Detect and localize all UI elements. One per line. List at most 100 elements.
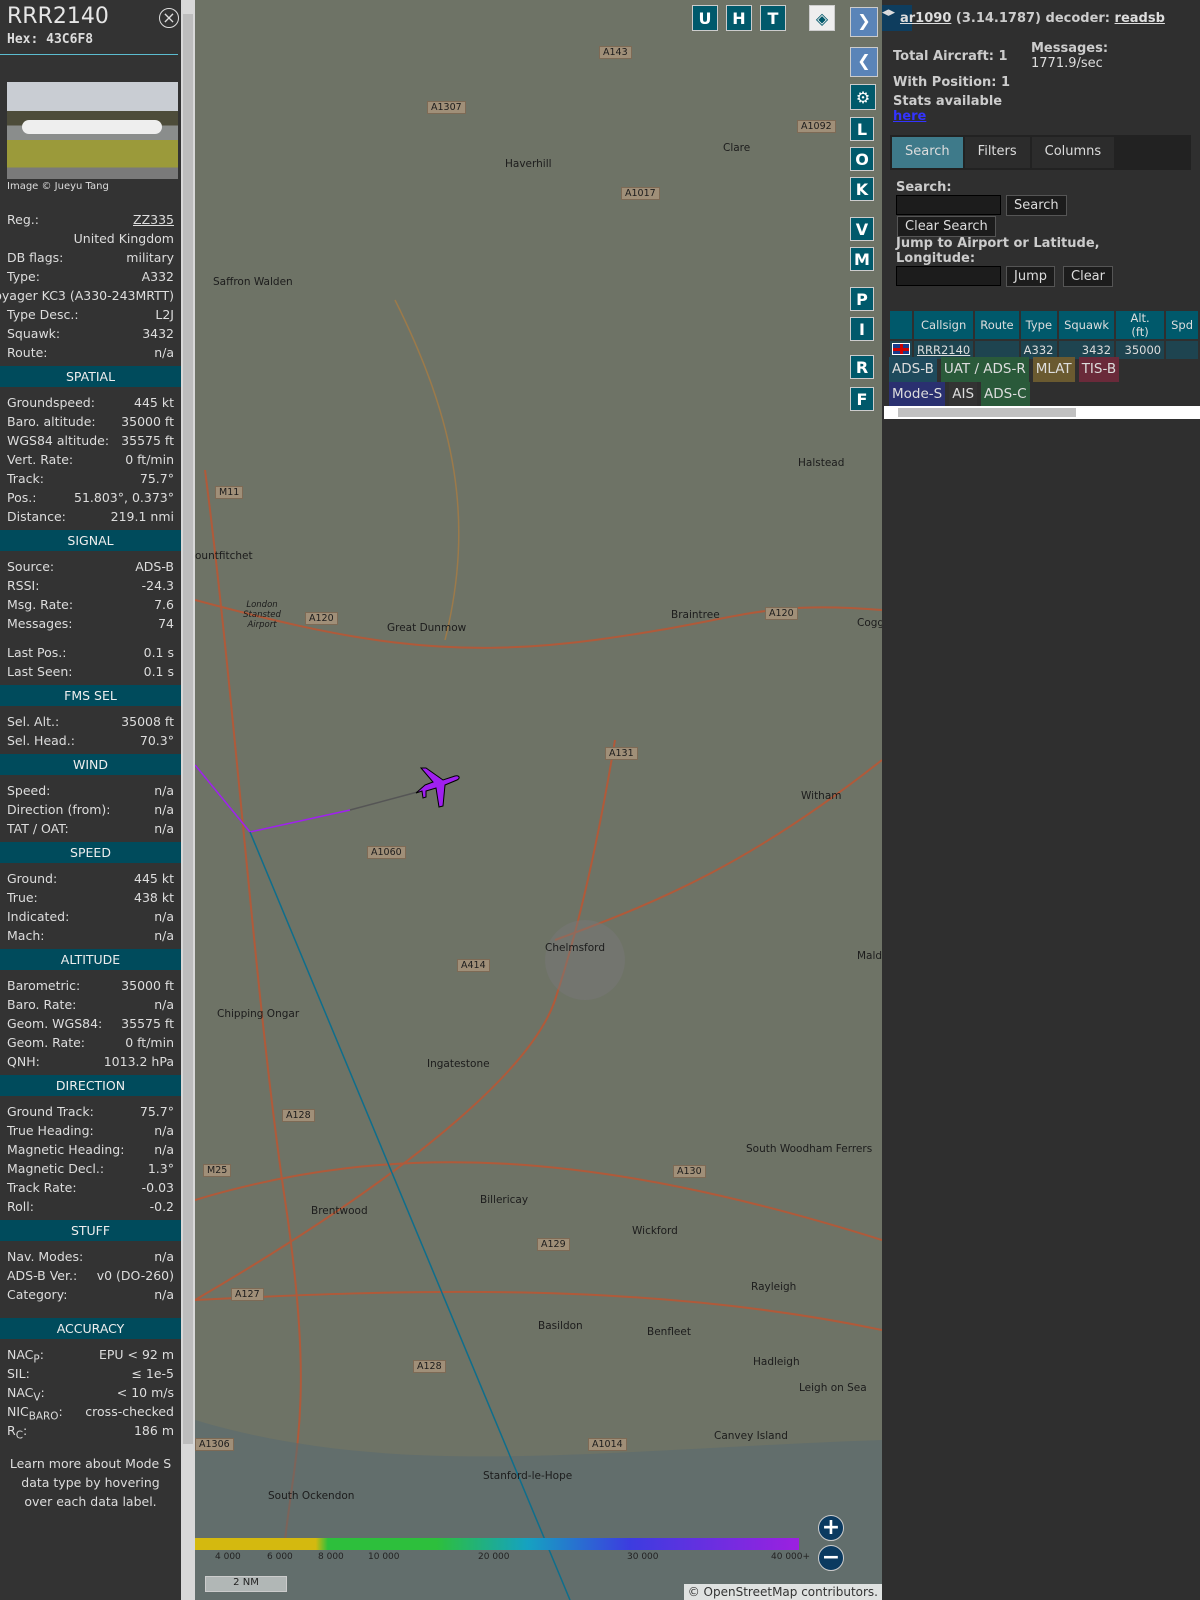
detail-label[interactable]: Messages: [7, 614, 73, 633]
detail-label[interactable]: Type: [7, 267, 40, 286]
collapse-left-icon[interactable]: ❮ [850, 47, 878, 77]
column-header[interactable]: Squawk [1059, 311, 1115, 339]
zoom-out-icon[interactable]: − [818, 1545, 844, 1571]
detail-label[interactable]: Ground: [7, 869, 57, 888]
section-header: SIGNAL [0, 530, 181, 551]
detail-row: True Heading: n/a [0, 1121, 181, 1140]
detail-label[interactable]: RSSI: [7, 576, 39, 595]
detail-label[interactable]: Msg. Rate: [7, 595, 73, 614]
detail-row: Speed: n/a [0, 781, 181, 800]
detail-label[interactable]: Barometric: [7, 976, 80, 995]
detail-label[interactable]: Pos.: [7, 488, 36, 507]
scale-tick: 40 000+ [771, 1552, 811, 1562]
detail-label[interactable]: Reg.: [7, 210, 39, 229]
settings-gear-icon[interactable]: ⚙ [850, 84, 876, 110]
aircraft-photo[interactable] [7, 82, 178, 179]
detail-label[interactable]: Speed: [7, 781, 50, 800]
map-button-f[interactable]: F [850, 387, 874, 411]
search-input[interactable] [896, 195, 1001, 215]
jump-button[interactable]: Jump [1006, 266, 1055, 287]
detail-label[interactable]: SIL: [7, 1364, 30, 1383]
map-button-l[interactable]: L [850, 117, 874, 141]
detail-label[interactable]: Mach: [7, 926, 44, 945]
column-header[interactable]: Type [1020, 311, 1058, 339]
left-scrollbar[interactable] [181, 0, 195, 1600]
detail-label[interactable]: NACV: [7, 1383, 45, 1404]
decoder-link[interactable]: readsb [1115, 11, 1165, 26]
detail-label[interactable]: Nav. Modes: [7, 1247, 83, 1266]
column-header[interactable] [890, 311, 912, 339]
detail-label[interactable]: Sel. Head.: [7, 731, 75, 750]
detail-label[interactable]: Track Rate: [7, 1178, 77, 1197]
map-button-v[interactable]: V [850, 217, 874, 241]
detail-label[interactable]: Last Pos.: [7, 643, 66, 662]
map-button-h[interactable]: H [726, 5, 752, 31]
detail-label[interactable]: ADS-B Ver.: [7, 1266, 77, 1285]
map-button-t[interactable]: T [760, 5, 786, 31]
scrollbar-thumb[interactable] [898, 408, 1076, 417]
detail-label[interactable]: Last Seen: [7, 662, 72, 681]
detail-label[interactable]: Vert. Rate: [7, 450, 73, 469]
place-label: Haverhill [505, 158, 552, 170]
map-button-p[interactable]: P [850, 287, 874, 311]
column-header[interactable]: Spd [1166, 311, 1198, 339]
detail-label[interactable]: Baro. Rate: [7, 995, 76, 1014]
detail-value[interactable]: ZZ335 [133, 210, 174, 229]
map-button-m[interactable]: M [850, 247, 874, 271]
detail-label[interactable]: Magnetic Decl.: [7, 1159, 104, 1178]
column-header[interactable]: Callsign [914, 311, 974, 339]
map-button-u[interactable]: U [692, 5, 718, 31]
detail-label[interactable]: QNH: [7, 1052, 40, 1071]
close-icon[interactable]: × [159, 8, 179, 28]
detail-label[interactable]: Groundspeed: [7, 393, 95, 412]
detail-label[interactable]: Category: [7, 1285, 67, 1304]
detail-label[interactable]: TAT / OAT: [7, 819, 69, 838]
column-header[interactable]: Alt. (ft) [1116, 311, 1165, 339]
tab-search[interactable]: Search [892, 137, 963, 168]
scrollbar-thumb[interactable] [183, 14, 193, 1444]
jump-input[interactable] [896, 266, 1001, 286]
detail-label[interactable]: WGS84 altitude: [7, 431, 109, 450]
stats-link[interactable]: here [893, 109, 926, 124]
detail-label[interactable]: True: [7, 888, 38, 907]
map-attribution[interactable]: © OpenStreetMap contributors. [683, 1584, 882, 1600]
tab-columns[interactable]: Columns [1031, 137, 1115, 168]
map-button-r[interactable]: R [850, 355, 874, 379]
detail-label[interactable]: RC: [7, 1421, 27, 1442]
detail-label[interactable]: Geom. Rate: [7, 1033, 85, 1052]
expand-right-icon[interactable]: ❯ [850, 7, 878, 37]
search-button[interactable]: Search [1006, 195, 1067, 216]
detail-label[interactable]: Type Desc.: [7, 305, 79, 324]
map-button-o[interactable]: O [850, 147, 874, 171]
detail-label[interactable]: Squawk: [7, 324, 60, 343]
detail-label[interactable]: Ground Track: [7, 1102, 94, 1121]
detail-label[interactable]: Indicated: [7, 907, 69, 926]
detail-label[interactable]: DB flags: [7, 248, 63, 267]
detail-label[interactable]: Geom. WGS84: [7, 1014, 102, 1033]
map-button-k[interactable]: K [850, 177, 874, 201]
detail-label[interactable]: Track: [7, 469, 44, 488]
map[interactable]: Haverhill Clare Saffron Walden Halstead ount… [195, 0, 882, 1600]
detail-label[interactable]: Distance: [7, 507, 66, 526]
detail-label[interactable]: Baro. altitude: [7, 412, 96, 431]
detail-label[interactable]: Sel. Alt.: [7, 712, 59, 731]
layers-icon[interactable]: ◈ [809, 5, 835, 31]
detail-label[interactable]: True Heading: [7, 1121, 94, 1140]
detail-label[interactable]: Roll: [7, 1197, 34, 1216]
detail-label[interactable]: NACP: [7, 1345, 44, 1366]
app-name-link[interactable]: ar1090 [900, 11, 951, 26]
detail-label[interactable]: NICBARO: [7, 1402, 63, 1423]
detail-row: NICBARO: cross-checked [0, 1402, 181, 1423]
table-horizontal-scrollbar[interactable] [884, 406, 1200, 419]
column-header[interactable]: Route [975, 311, 1019, 339]
tab-filters[interactable]: Filters [964, 137, 1030, 168]
clear-search-button[interactable]: Clear Search [897, 216, 996, 237]
zoom-in-icon[interactable]: + [818, 1515, 844, 1541]
detail-label[interactable]: Direction (from): [7, 800, 111, 819]
detail-label[interactable]: Route: [7, 343, 48, 362]
detail-label[interactable]: Magnetic Heading: [7, 1140, 124, 1159]
detail-value: n/a [154, 783, 174, 798]
map-button-i[interactable]: I [850, 317, 874, 341]
detail-label[interactable]: Source: [7, 557, 54, 576]
clear-button[interactable]: Clear [1063, 266, 1113, 287]
